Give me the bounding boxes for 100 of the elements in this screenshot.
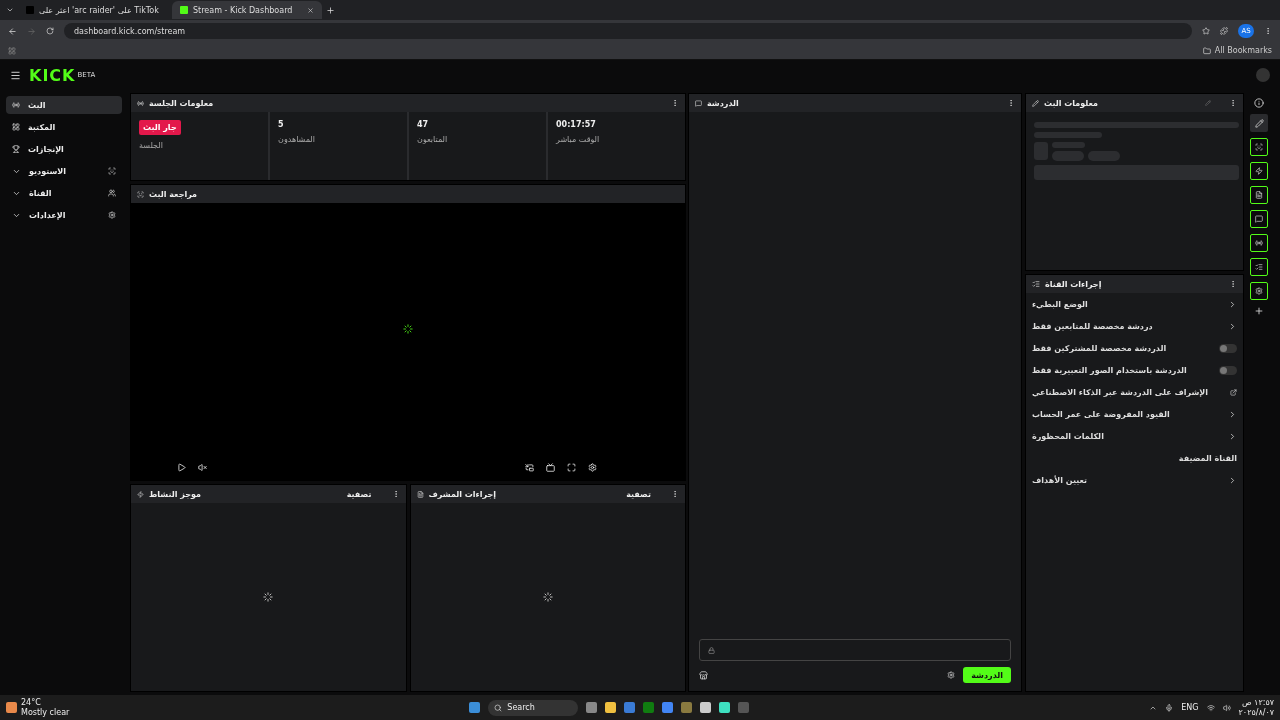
broadcast-icon — [137, 99, 144, 107]
sidebar-item[interactable]: المكتبة — [6, 118, 122, 136]
browser-tab[interactable]: اعثر على 'arc raider' على TikTok — [18, 1, 168, 19]
edit-icon — [1205, 100, 1211, 106]
add-widget-icon[interactable] — [1254, 306, 1264, 316]
language-indicator: ENG — [1181, 703, 1199, 712]
edit-icon — [1032, 99, 1039, 107]
panel-title: إجراءات القناة — [1045, 279, 1102, 289]
stat-label: الجلسة — [139, 141, 164, 150]
checklist-icon — [1255, 263, 1263, 271]
sidebar-item[interactable]: الإنجازات — [6, 140, 122, 158]
forward-icon — [27, 26, 36, 36]
activity-button[interactable] — [1250, 162, 1268, 180]
chat-icon — [695, 99, 702, 107]
tab-title: اعثر على 'arc raider' على TikTok — [39, 5, 159, 15]
filter-button[interactable]: تصفية — [346, 489, 372, 499]
more-icon — [1007, 99, 1015, 107]
logo[interactable]: KICK — [29, 65, 76, 85]
sidebar-item[interactable]: الاستوديو — [6, 162, 122, 180]
notes-button[interactable] — [1250, 186, 1268, 204]
store-icon — [699, 670, 708, 680]
broadcast-icon — [1255, 239, 1263, 247]
stat-label: الوقت مباشر — [556, 135, 601, 144]
panel-title: الدردشة — [707, 98, 739, 108]
stat-value: 00:17:57 — [556, 120, 597, 129]
sidebar-item[interactable]: القناة — [6, 184, 122, 202]
edit-button[interactable] — [1250, 114, 1268, 132]
folder-icon — [1202, 46, 1211, 55]
taskbar-app-icon[interactable] — [586, 702, 598, 713]
setting-link[interactable]: القيود المفروضة على عمر الحساب — [1026, 403, 1243, 425]
preview-icon — [137, 190, 144, 198]
setting-link[interactable]: الكلمات المحظورة — [1026, 425, 1243, 447]
fullscreen-icon — [567, 462, 576, 472]
scan-icon — [1255, 143, 1263, 151]
tab-list-icon — [6, 6, 14, 14]
reload-icon — [46, 27, 54, 35]
new-tab-icon — [326, 5, 335, 15]
gear-icon — [1255, 287, 1263, 295]
filter-button[interactable]: تصفية — [626, 489, 651, 499]
setting-link[interactable]: دردشة مخصصة للمتابعين فقط — [1026, 315, 1243, 337]
taskbar-app-icon[interactable] — [662, 702, 674, 713]
loading-spinner-icon — [542, 592, 553, 602]
chat-send-button[interactable]: الدردشة — [963, 667, 1011, 683]
tools-button[interactable] — [1250, 282, 1268, 300]
apps-icon — [8, 46, 16, 55]
close-icon — [307, 6, 314, 14]
weather-icon — [6, 702, 17, 713]
panel-icon — [137, 490, 144, 498]
loading-spinner-icon — [403, 323, 413, 334]
tab-title: Stream - Kick Dashboard — [193, 5, 294, 15]
taskbar-app-icon[interactable] — [719, 702, 731, 713]
setting-link[interactable]: تعيين الأهداف — [1026, 469, 1243, 491]
mute-icon — [198, 462, 207, 472]
chevron-right-icon — [1228, 321, 1237, 331]
preview-button[interactable] — [1250, 138, 1268, 156]
weather-text: Mostly clear — [21, 708, 70, 717]
chevron-right-icon — [1228, 431, 1237, 441]
taskbar-app-icon[interactable] — [605, 702, 617, 713]
external-link-icon — [1230, 388, 1237, 396]
live-status-badge: جار البث — [139, 120, 181, 135]
bookmarks-label: All Bookmarks — [1214, 46, 1272, 55]
setting-link[interactable]: الإشراف على الدردشة عبر الذكاء الاصطناعي — [1026, 381, 1243, 403]
favicon-icon — [180, 6, 188, 14]
start-icon[interactable] — [469, 702, 481, 713]
session-button[interactable] — [1250, 234, 1268, 252]
pencil-icon — [1254, 118, 1264, 128]
document-icon — [1255, 191, 1263, 199]
loading-spinner-icon — [263, 592, 274, 602]
more-icon — [1229, 280, 1237, 288]
chat-input-field[interactable] — [699, 639, 1011, 661]
lightning-icon — [1255, 167, 1263, 175]
panel-icon — [416, 490, 424, 498]
setting-link[interactable]: الوضع البطيء — [1026, 293, 1243, 315]
chat-button[interactable] — [1250, 210, 1268, 228]
toggle-switch[interactable] — [1219, 343, 1237, 353]
actions-button[interactable] — [1250, 258, 1268, 276]
panel-title: موجز النشاط — [149, 489, 201, 499]
section-heading: القناة المضيفة — [1178, 453, 1237, 463]
taskbar-search[interactable]: Search — [488, 699, 579, 716]
chevron-right-icon — [1228, 299, 1237, 309]
toggle-switch[interactable] — [1219, 365, 1237, 375]
info-icon[interactable] — [1254, 98, 1264, 108]
settings-icon — [947, 671, 956, 679]
section-icon — [108, 189, 116, 197]
stat-value: 47 — [417, 120, 430, 129]
section-icon — [12, 101, 20, 109]
taskbar-app-icon[interactable] — [700, 702, 712, 713]
chat-icon — [1255, 215, 1263, 223]
more-icon — [671, 490, 679, 498]
sidebar-item[interactable]: الإعدادات — [6, 206, 122, 224]
browser-tab[interactable]: Stream - Kick Dashboard — [172, 1, 322, 19]
panel-title: إجراءات المشرف — [428, 489, 496, 499]
more-icon — [671, 99, 679, 107]
setting-label: الدردشة مخصصة للمشتركين فقط — [1032, 343, 1167, 353]
clock-time: ١٢:٥٧ ص — [1241, 698, 1274, 707]
address-bar[interactable]: dashboard.kick.com/stream — [64, 23, 1192, 39]
section-icon — [12, 123, 20, 131]
sidebar-item[interactable]: البث — [6, 96, 122, 114]
setting-label: الدردشة باستخدام الصور التعبيرية فقط — [1032, 365, 1187, 375]
chevron-right-icon — [1228, 475, 1237, 485]
